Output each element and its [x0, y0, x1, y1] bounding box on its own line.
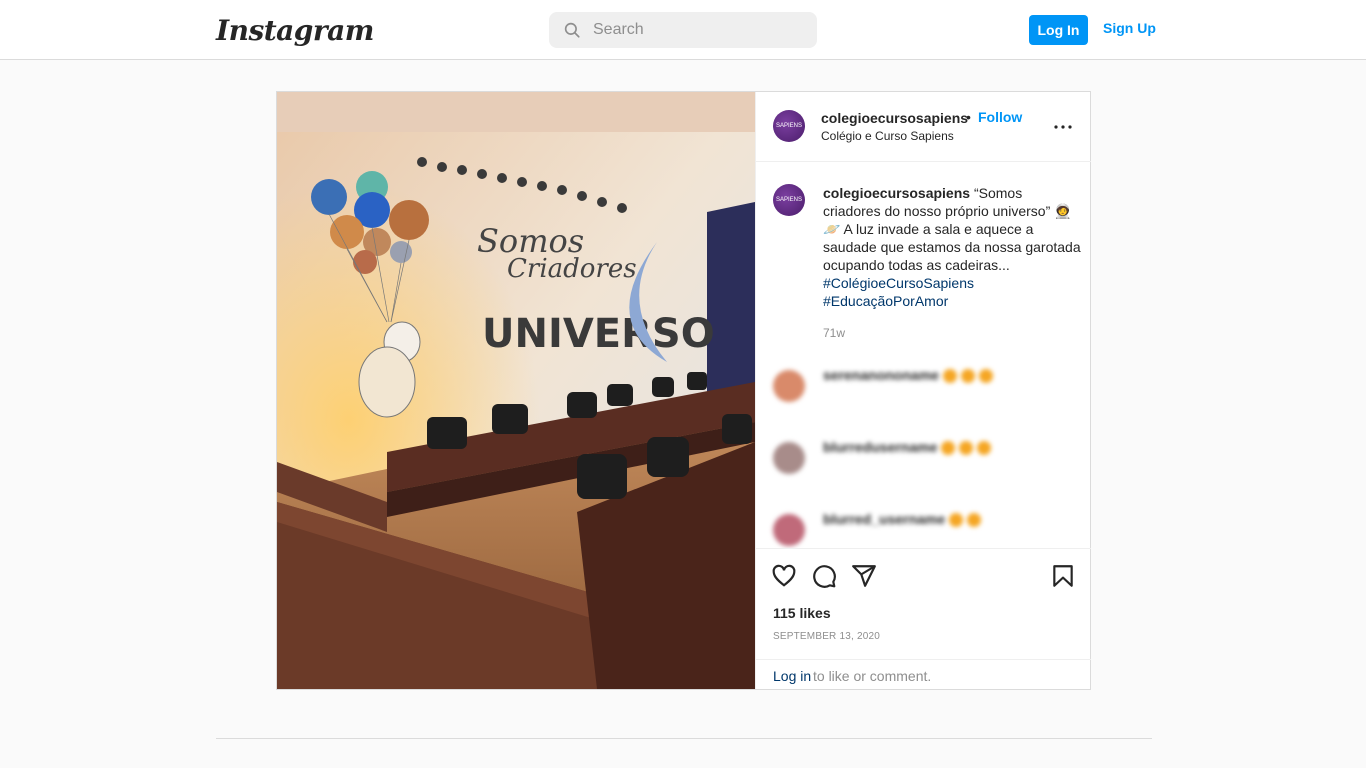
top-nav: Instagram Log In Sign Up	[0, 0, 1366, 60]
search-icon	[564, 22, 580, 38]
post-username[interactable]: colegioecursosapiens	[821, 110, 968, 126]
search-box[interactable]	[549, 12, 817, 48]
footer-divider	[216, 738, 1152, 739]
comment: blurred_username	[756, 506, 1091, 548]
comment-username[interactable]: blurredusername	[823, 439, 992, 456]
login-prompt: Log in to like or comment.	[756, 659, 1091, 690]
avatar-text: SAPIENS	[775, 197, 802, 203]
comment-icon[interactable]	[811, 563, 837, 589]
avatar[interactable]	[773, 370, 805, 402]
login-prompt-text: to like or comment.	[813, 668, 932, 684]
likes-count[interactable]: 115 likes	[773, 605, 831, 621]
more-icon[interactable]	[1053, 124, 1073, 130]
search-input[interactable]	[593, 12, 803, 48]
svg-text:UNIVERSO: UNIVERSO	[482, 311, 715, 357]
share-icon[interactable]	[851, 563, 877, 589]
avatar[interactable]	[773, 442, 805, 474]
post-actions: 115 likes SEPTEMBER 13, 2020 Log in to l…	[756, 548, 1091, 689]
comment-username-text: blurred_username	[823, 511, 946, 527]
post-date[interactable]: SEPTEMBER 13, 2020	[773, 631, 880, 642]
svg-text:Criadores: Criadores	[507, 254, 637, 284]
post-card: Somos Criadores UNIVERSO SAPIENS colegio…	[276, 91, 1091, 690]
comment-username-text: serenanononame	[823, 367, 939, 383]
heart-icon[interactable]	[771, 563, 797, 589]
caption-time[interactable]: 71w	[823, 326, 845, 340]
comment-username[interactable]: serenanononame	[823, 367, 993, 384]
comment: blurredusername	[756, 434, 1091, 494]
comment-username[interactable]: blurred_username	[823, 511, 982, 528]
signup-link[interactable]: Sign Up	[1103, 20, 1156, 36]
comments-area[interactable]: SAPIENS colegioecursosapiens “Somos cria…	[756, 162, 1091, 548]
caption: colegioecursosapiens “Somos criadores do…	[823, 184, 1081, 310]
instagram-logo[interactable]: Instagram	[216, 14, 374, 47]
login-link[interactable]: Log in	[773, 668, 811, 684]
post-sidebar: SAPIENS colegioecursosapiens • Follow Co…	[755, 92, 1091, 689]
caption-username[interactable]: colegioecursosapiens	[823, 185, 970, 201]
hashtag-link[interactable]: #EducaçãoPorAmor	[823, 292, 1081, 310]
hashtag-link[interactable]: #ColégioeCursoSapiens	[823, 274, 1081, 292]
avatar[interactable]: SAPIENS	[773, 110, 805, 142]
caption-avatar[interactable]: SAPIENS	[773, 184, 805, 216]
separator-dot: •	[966, 109, 971, 125]
follow-button[interactable]: Follow	[978, 109, 1022, 125]
classroom-photo: Somos Criadores UNIVERSO	[277, 92, 755, 689]
comment: serenanononame	[756, 362, 1091, 422]
avatar[interactable]	[773, 514, 805, 546]
post-location[interactable]: Colégio e Curso Sapiens	[821, 129, 954, 143]
post-header: SAPIENS colegioecursosapiens • Follow Co…	[756, 92, 1091, 162]
avatar-text: SAPIENS	[775, 123, 802, 129]
login-button[interactable]: Log In	[1029, 15, 1088, 45]
comment-username-text: blurredusername	[823, 439, 938, 455]
bookmark-icon[interactable]	[1050, 563, 1076, 589]
post-image[interactable]: Somos Criadores UNIVERSO	[277, 92, 755, 689]
